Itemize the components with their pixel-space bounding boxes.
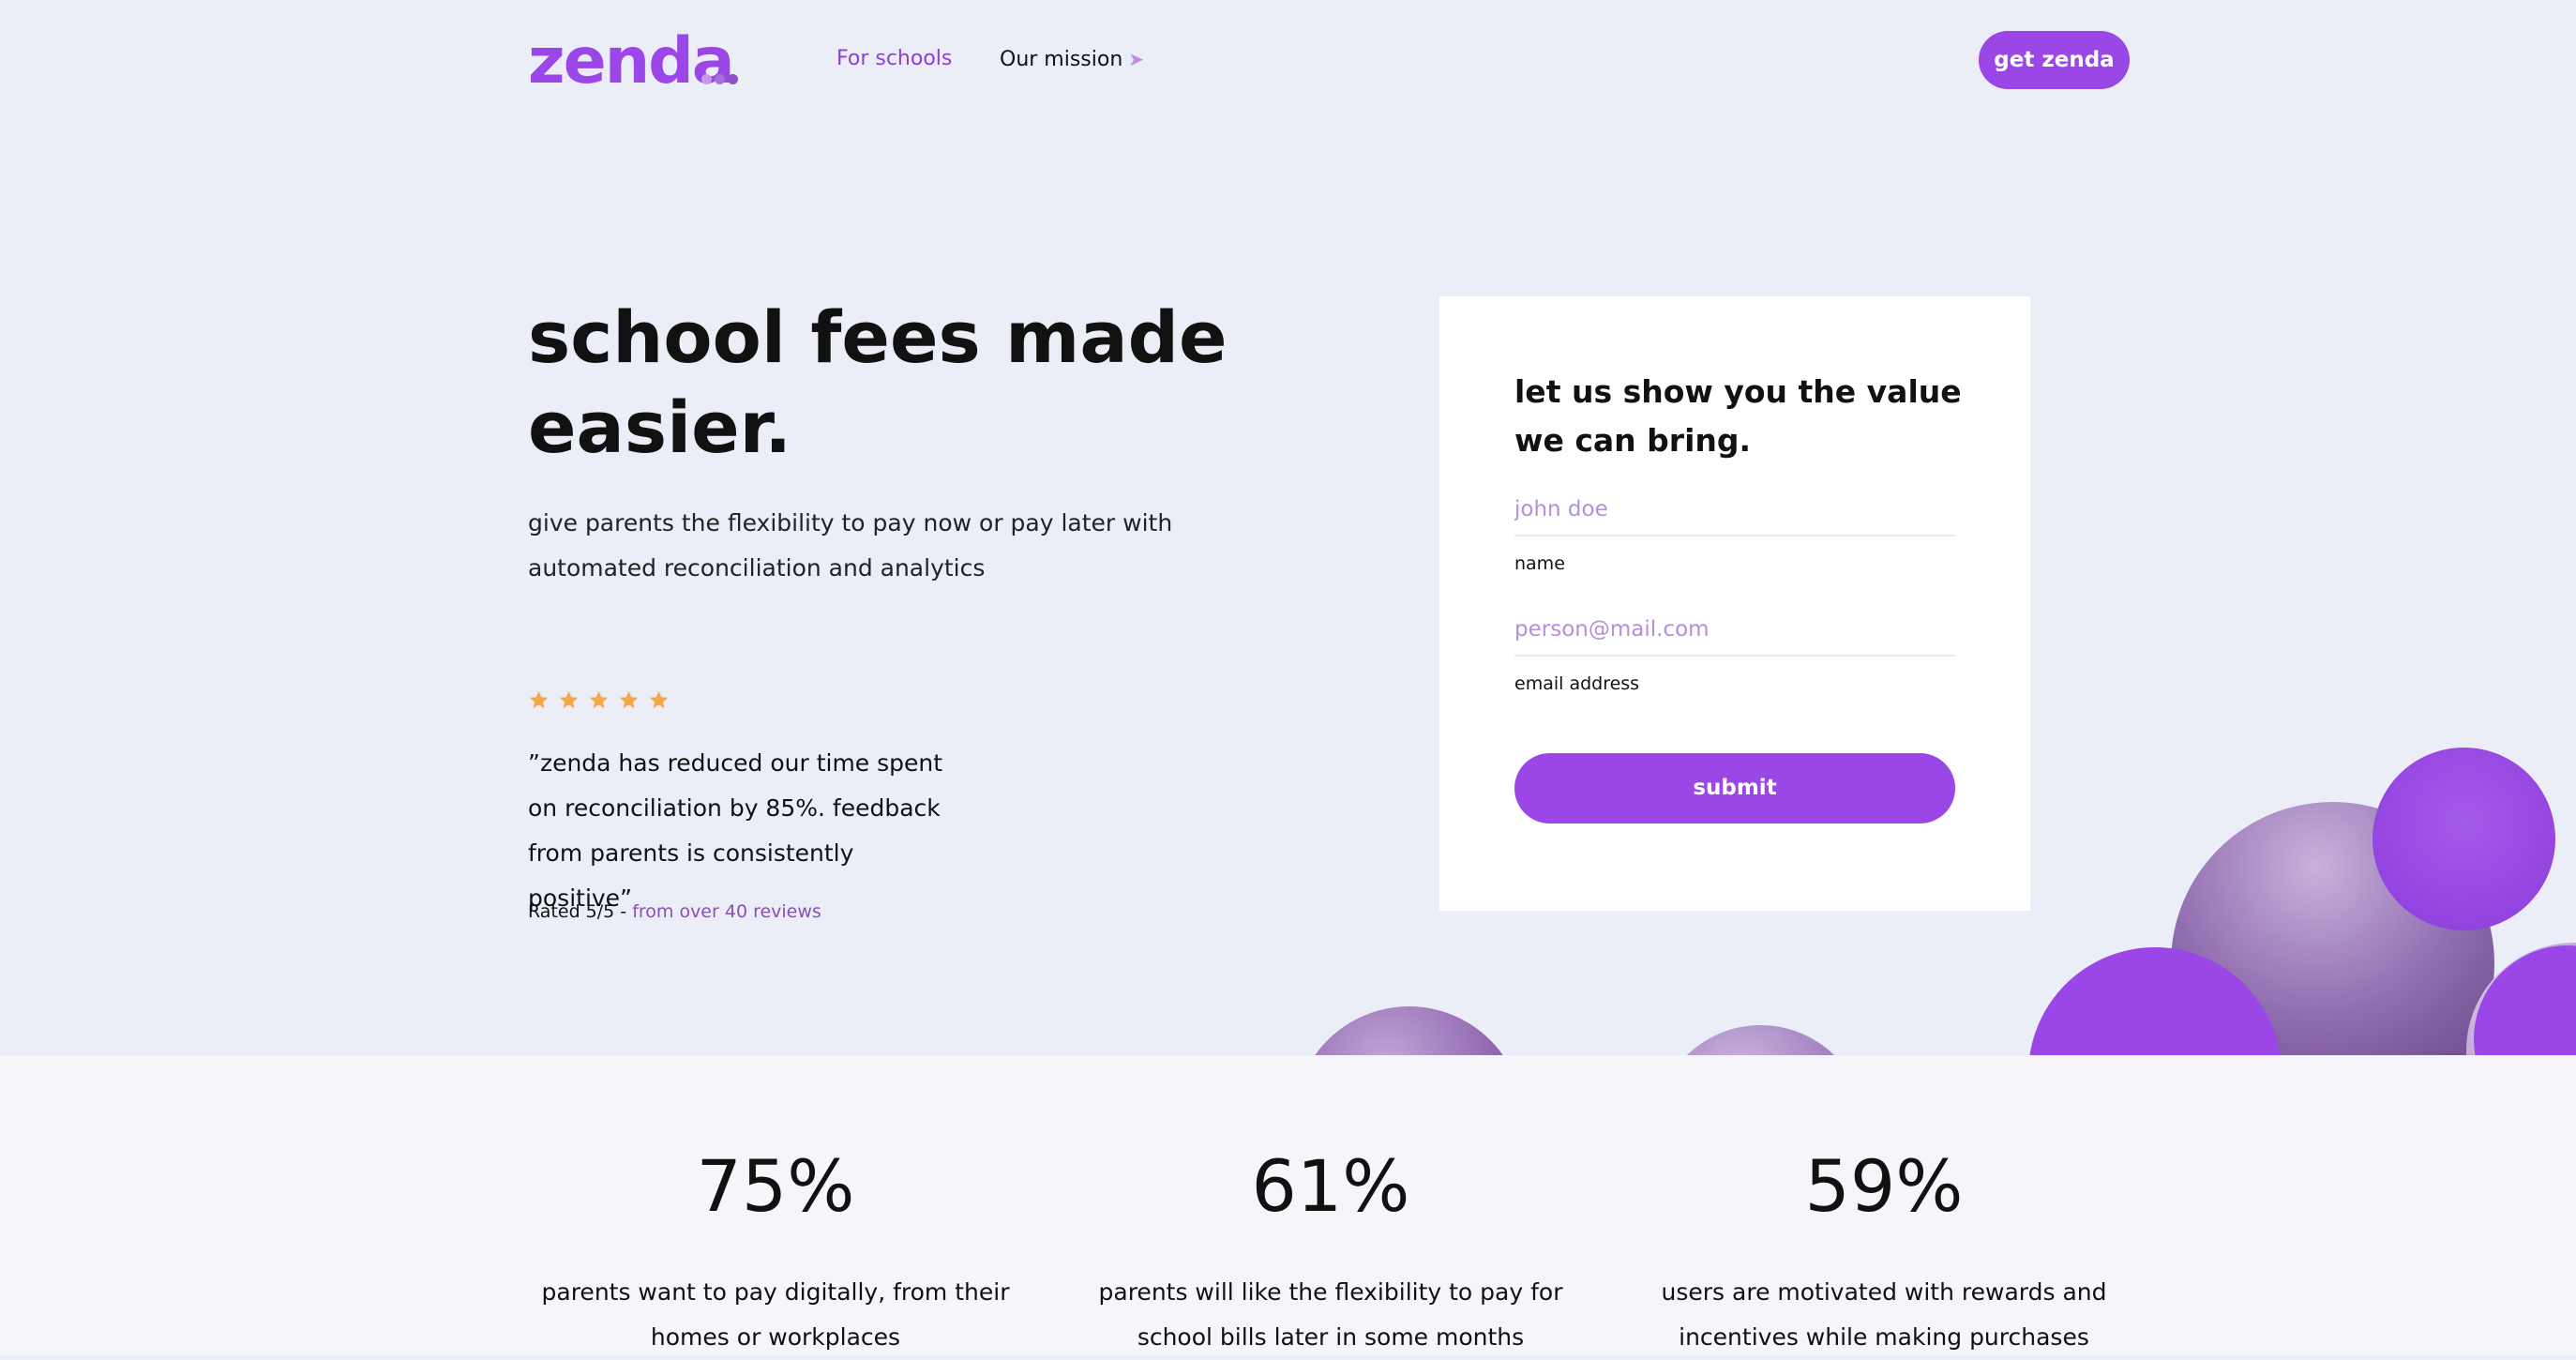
name-field-group: name bbox=[1514, 497, 1955, 574]
nav-our-mission[interactable]: Our mission ➤ bbox=[1000, 46, 1144, 73]
star-icon bbox=[649, 690, 669, 709]
reviews-link[interactable]: from over 40 reviews bbox=[632, 901, 821, 922]
email-field-group: email address bbox=[1514, 617, 1955, 694]
logo-dots bbox=[701, 70, 741, 88]
stat-description: parents will like the flexibility to pay… bbox=[1098, 1278, 1563, 1351]
rocket-icon: ➤ bbox=[1128, 48, 1145, 70]
hero-subtitle: give parents the flexibility to pay now … bbox=[528, 509, 1173, 582]
name-label: name bbox=[1514, 553, 1565, 574]
get-zenda-button[interactable]: get zenda bbox=[1979, 31, 2130, 89]
sphere-decoration bbox=[2474, 945, 2576, 1055]
star-icon bbox=[559, 690, 579, 709]
star-icon bbox=[589, 690, 609, 709]
stat-block: 75% parents want to pay digitally, from … bbox=[513, 1144, 1038, 1360]
rating-stars bbox=[528, 689, 670, 711]
hero-title: school fees made easier. bbox=[528, 295, 1228, 469]
rating-summary: Rated 5/5 - from over 40 reviews bbox=[528, 899, 821, 925]
stat-block: 59% users are motivated with rewards and… bbox=[1621, 1144, 2147, 1360]
stat-description: parents want to pay digitally, from thei… bbox=[541, 1278, 1010, 1351]
name-input[interactable] bbox=[1514, 497, 1955, 536]
sphere-decoration bbox=[2466, 943, 2576, 1055]
sphere-decoration bbox=[1655, 1025, 1866, 1055]
logo-dot bbox=[728, 74, 738, 84]
stat-value: 75% bbox=[696, 1144, 855, 1228]
stat-value: 59% bbox=[1804, 1144, 1964, 1228]
rated-label: Rated 5/5 - bbox=[528, 901, 633, 922]
form-title: let us show you the value we can bring. bbox=[1514, 373, 1962, 459]
email-label: email address bbox=[1514, 673, 1640, 694]
sphere-decoration bbox=[2171, 802, 2494, 1055]
demo-request-card: let us show you the value we can bring. … bbox=[1439, 296, 2030, 911]
nav-our-mission-label: Our mission bbox=[1000, 48, 1123, 71]
star-icon bbox=[529, 690, 549, 709]
sphere-decoration bbox=[1294, 1006, 1524, 1055]
email-input[interactable] bbox=[1514, 617, 1955, 657]
logo-dot bbox=[715, 74, 725, 84]
submit-button[interactable]: submit bbox=[1514, 753, 1955, 824]
star-icon bbox=[619, 690, 639, 709]
stat-block: 61% parents will like the flexibility to… bbox=[1068, 1144, 1593, 1360]
stats-section: 75% parents want to pay digitally, from … bbox=[0, 1055, 2576, 1355]
stat-description: users are motivated with rewards and inc… bbox=[1661, 1278, 2107, 1351]
sphere-decoration bbox=[2028, 947, 2282, 1055]
testimonial-quote: ”zenda has reduced our time spent on rec… bbox=[528, 749, 943, 912]
logo-dot bbox=[701, 74, 712, 84]
stat-value: 61% bbox=[1251, 1144, 1410, 1228]
nav-for-schools[interactable]: For schools bbox=[836, 46, 952, 72]
sphere-decoration bbox=[2373, 748, 2555, 930]
decorative-spheres bbox=[0, 0, 2576, 1055]
